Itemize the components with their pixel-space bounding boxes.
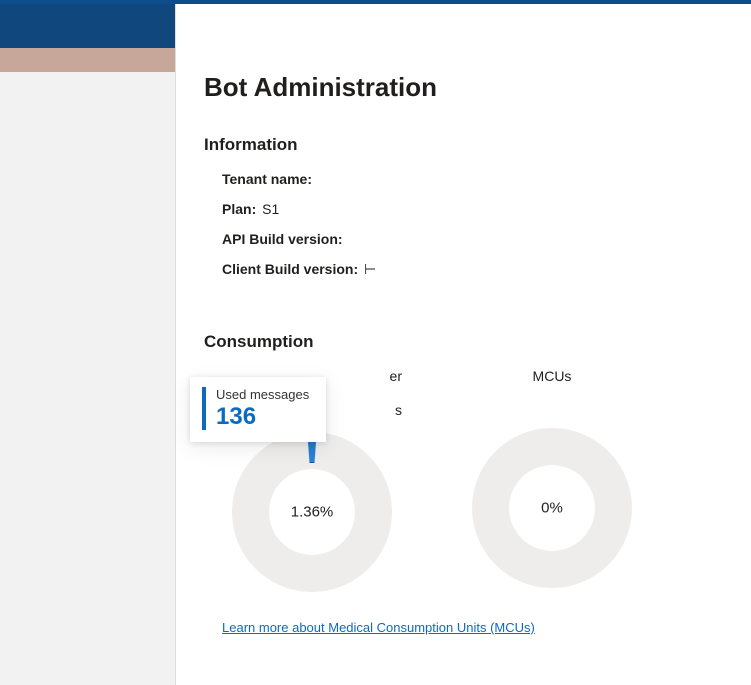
info-row-api-build: API Build version: [222, 231, 727, 247]
chart-header-fragment-tail: s [395, 402, 402, 418]
sidebar-sub-band [0, 48, 175, 72]
page-title: Bot Administration [204, 72, 727, 103]
info-label: Tenant name: [222, 171, 312, 187]
info-row-plan: Plan: S1 [222, 201, 727, 217]
donut-center-value: 0% [541, 500, 563, 517]
donut-center-value: 1.36% [291, 504, 334, 521]
consumption-block: Used messages 136 placeholder er s 1.36% [204, 368, 727, 635]
sidebar [0, 4, 175, 685]
chart-header-mcus: MCUs [462, 368, 642, 384]
tooltip-label: Used messages [216, 387, 309, 402]
section-title-information: Information [204, 135, 727, 155]
donut-chart-messages: 1.36% [232, 432, 392, 592]
sidebar-header-band [0, 4, 175, 48]
chart-header-fragment: er [390, 368, 402, 384]
chart-column-mcus: MCUs 0% [462, 368, 642, 592]
tooltip-value: 136 [216, 404, 309, 430]
information-block: Tenant name: Plan: S1 API Build version:… [204, 171, 727, 278]
chart-tooltip: Used messages 136 [190, 377, 326, 442]
info-value: ⊢ [364, 261, 376, 277]
main-content: Bot Administration Information Tenant na… [176, 4, 751, 685]
donut-chart-mcus: 0% [472, 428, 632, 588]
info-row-tenant: Tenant name: [222, 171, 727, 187]
tooltip-accent-bar [202, 387, 206, 430]
section-title-consumption: Consumption [204, 332, 727, 352]
info-label: Plan: [222, 201, 256, 217]
learn-more-link[interactable]: Learn more about Medical Consumption Uni… [222, 620, 535, 635]
info-row-client-build: Client Build version: ⊢ [222, 261, 727, 278]
info-value: S1 [262, 201, 279, 217]
info-label: Client Build version: [222, 261, 358, 277]
info-label: API Build version: [222, 231, 343, 247]
